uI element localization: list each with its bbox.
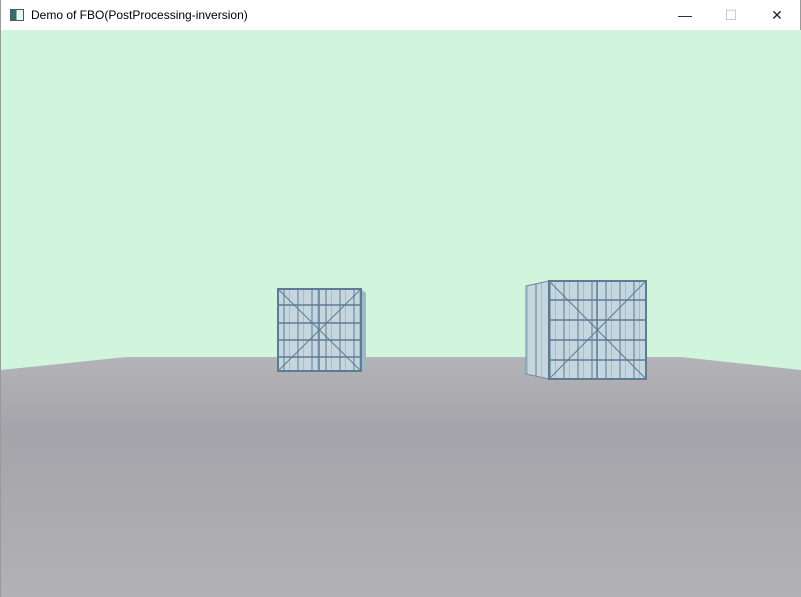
scene-canvas — [1, 280, 801, 597]
window-title: Demo of FBO(PostProcessing-inversion) — [31, 8, 248, 22]
render-viewport[interactable] — [1, 30, 801, 597]
maximize-button[interactable]: ☐ — [708, 0, 754, 30]
close-button[interactable]: ✕ — [754, 0, 800, 30]
app-icon — [10, 9, 24, 21]
crate-left — [277, 288, 366, 372]
title-bar[interactable]: Demo of FBO(PostProcessing-inversion) — … — [1, 0, 800, 30]
floor — [1, 357, 801, 597]
minimize-button[interactable]: — — [662, 0, 708, 30]
crate-right — [525, 280, 647, 380]
app-window: Demo of FBO(PostProcessing-inversion) — … — [0, 0, 801, 597]
